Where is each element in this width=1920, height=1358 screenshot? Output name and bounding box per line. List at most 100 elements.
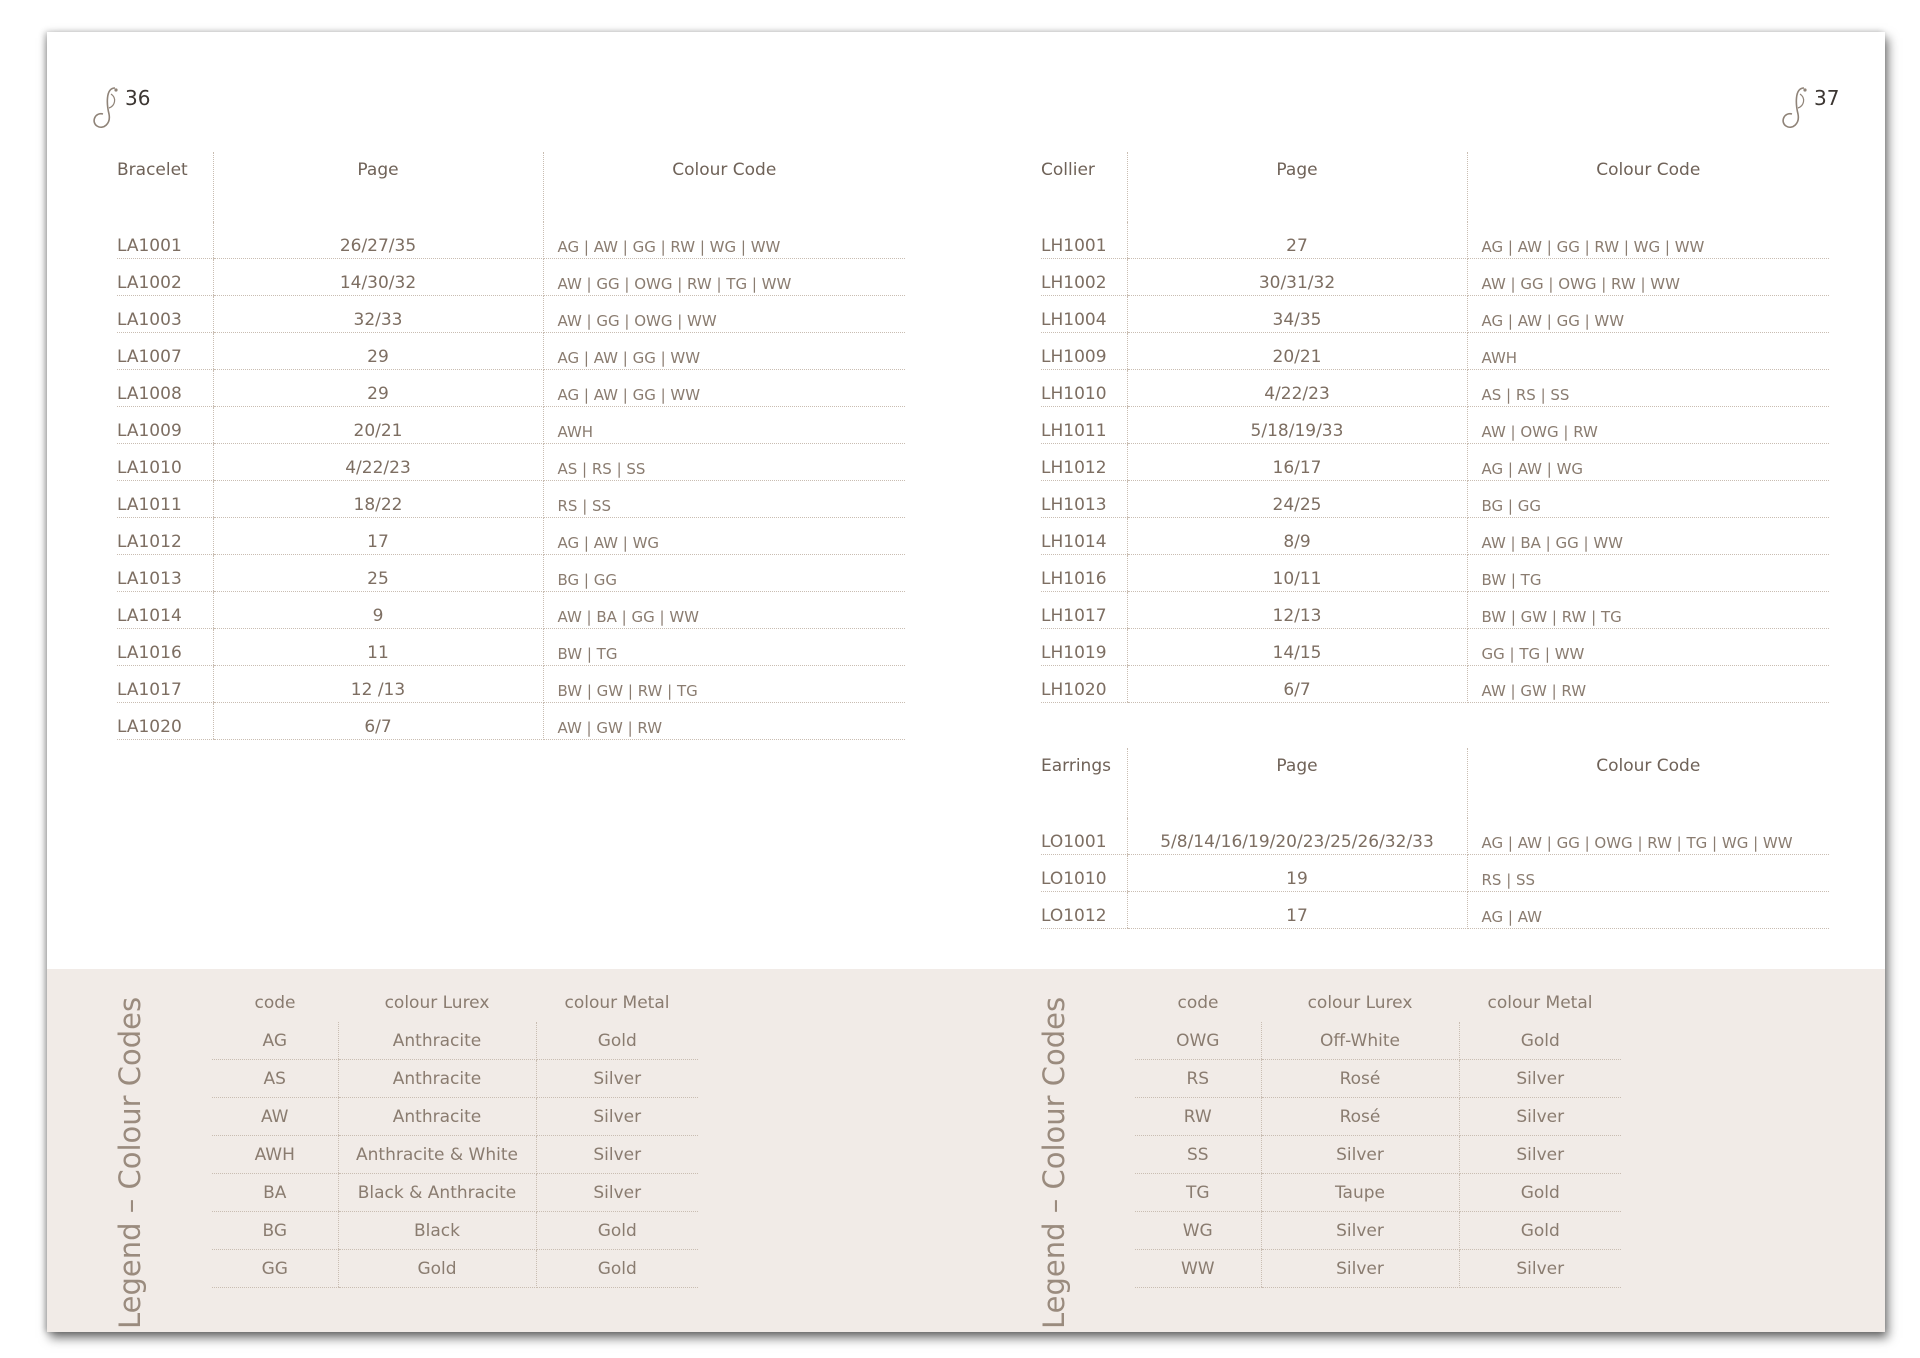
- table-cell: AW | GW | RW: [543, 702, 905, 740]
- table-cell: BG: [212, 1211, 338, 1250]
- column-header: Earrings: [1041, 756, 1111, 776]
- table-row: RW Rosé Silver: [1135, 1097, 1621, 1136]
- table-cell: AW | BA | GG | WW: [1467, 517, 1829, 555]
- table-cell: Silver: [1459, 1059, 1621, 1098]
- table-cell: LH1014: [1041, 517, 1127, 555]
- table-cell: LA1002: [117, 258, 213, 296]
- table-cell: AWH: [543, 406, 905, 444]
- table-cell: 6/7: [212, 702, 544, 740]
- table-cell: BG | GG: [543, 554, 905, 592]
- table-header-row: code colour Lurex colour Metal: [212, 984, 698, 1022]
- table-cell: AW | OWG | RW: [1467, 406, 1829, 444]
- table-cell: 26/27/35: [212, 222, 544, 259]
- table-row: BG Black Gold: [212, 1211, 698, 1250]
- table-cell: LA1001: [117, 222, 213, 259]
- table-cell: 25: [212, 554, 544, 592]
- table-cell: AS: [212, 1059, 338, 1098]
- table-cell: OWG: [1135, 1022, 1261, 1060]
- table-cell: LH1010: [1041, 369, 1127, 407]
- table-row: LH1002 30/31/32 AW | GG | OWG | RW | WW: [1041, 258, 1829, 296]
- table-cell: GG | TG | WW: [1467, 628, 1829, 666]
- table-cell: RS: [1135, 1059, 1261, 1098]
- table-row: LA1009 20/21 AWH: [117, 406, 905, 444]
- table-row: RS Rosé Silver: [1135, 1059, 1621, 1098]
- table-cell: Silver: [1260, 1135, 1460, 1174]
- table-header-row: Bracelet Page Colour Code: [117, 152, 905, 222]
- table-cell: AWH: [212, 1135, 338, 1174]
- bracelet-table: Bracelet Page Colour Code LA1001 26/27/35…: [117, 152, 905, 740]
- page-number-text: 36: [125, 86, 151, 110]
- table-cell: AW | GW | RW: [1467, 665, 1829, 703]
- table-cell: 11: [212, 628, 544, 666]
- table-cell: 34/35: [1126, 295, 1468, 333]
- table-row: LA1010 4/22/23 AS | RS | SS: [117, 443, 905, 481]
- table-cell: Black: [337, 1211, 537, 1250]
- table-row: AS Anthracite Silver: [212, 1059, 698, 1098]
- right-page-number: 37: [1780, 84, 1850, 134]
- table-row: LH1009 20/21 AWH: [1041, 332, 1829, 370]
- table-cell: 29: [212, 332, 544, 370]
- table-row: LA1013 25 BG | GG: [117, 554, 905, 592]
- table-cell: LA1010: [117, 443, 213, 481]
- left-page-number: 36: [91, 84, 161, 134]
- table-row: GG Gold Gold: [212, 1249, 698, 1288]
- table-cell: 20/21: [1126, 332, 1468, 370]
- table-cell: LA1012: [117, 517, 213, 555]
- table-cell: 6/7: [1126, 665, 1468, 703]
- table-cell: LA1007: [117, 332, 213, 370]
- table-header-row: Collier Page Colour Code: [1041, 152, 1829, 222]
- table-cell: BG | GG: [1467, 480, 1829, 518]
- table-cell: Anthracite & White: [337, 1135, 537, 1174]
- table-cell: AG | AW | GG | RW | WG | WW: [543, 222, 905, 259]
- table-cell: Gold: [337, 1249, 537, 1288]
- table-cell: 4/22/23: [1126, 369, 1468, 407]
- table-cell: Silver: [536, 1135, 698, 1174]
- table-cell: 12/13: [1126, 591, 1468, 629]
- column-header: code: [254, 993, 296, 1013]
- table-cell: 5/8/14/16/19/20/23/25/26/32/33: [1126, 818, 1468, 855]
- table-cell: AG | AW | GG | RW | WG | WW: [1467, 222, 1829, 259]
- table-cell: Silver: [536, 1173, 698, 1212]
- table-row: LA1016 11 BW | TG: [117, 628, 905, 666]
- table-cell: LA1013: [117, 554, 213, 592]
- table-cell: 17: [1126, 891, 1468, 929]
- table-cell: LH1009: [1041, 332, 1127, 370]
- table-row: LH1001 27 AG | AW | GG | RW | WG | WW: [1041, 222, 1829, 259]
- table-cell: BA: [212, 1173, 338, 1212]
- table-cell: AG | AW | WG: [543, 517, 905, 555]
- table-row: AW Anthracite Silver: [212, 1097, 698, 1136]
- table-row: LO1010 19 RS | SS: [1041, 854, 1829, 892]
- table-cell: AW: [212, 1097, 338, 1136]
- table-cell: Silver: [1260, 1249, 1460, 1288]
- earrings-table: Earrings Page Colour Code LO1001 5/8/14/1…: [1041, 748, 1829, 929]
- table-cell: 9: [212, 591, 544, 629]
- table-cell: 27: [1126, 222, 1468, 259]
- table-cell: WW: [1135, 1249, 1261, 1288]
- table-row: LH1010 4/22/23 AS | RS | SS: [1041, 369, 1829, 407]
- flourish-icon: [1782, 87, 1807, 129]
- legend-title: Legend – Colour Codes: [1037, 996, 1071, 1329]
- table-row: WW Silver Silver: [1135, 1249, 1621, 1288]
- table-cell: LA1009: [117, 406, 213, 444]
- table-row: LH1004 34/35 AG | AW | GG | WW: [1041, 295, 1829, 333]
- table-cell: BW | GW | RW | TG: [543, 665, 905, 703]
- table-cell: 8/9: [1126, 517, 1468, 555]
- table-row: BA Black & Anthracite Silver: [212, 1173, 698, 1212]
- table-cell: Rosé: [1260, 1097, 1460, 1136]
- table-row: LH1012 16/17 AG | AW | WG: [1041, 443, 1829, 481]
- table-row: LA1007 29 AG | AW | GG | WW: [117, 332, 905, 370]
- table-row: LA1014 9 AW | BA | GG | WW: [117, 591, 905, 629]
- table-row: LA1017 12 /13 BW | GW | RW | TG: [117, 665, 905, 703]
- table-header-row: code colour Lurex colour Metal: [1135, 984, 1621, 1022]
- table-cell: 16/17: [1126, 443, 1468, 481]
- column-header: colour Lurex: [1307, 993, 1413, 1013]
- table-cell: LH1017: [1041, 591, 1127, 629]
- table-row: LH1011 5/18/19/33 AW | OWG | RW: [1041, 406, 1829, 444]
- collier-table: Collier Page Colour Code LH1001 27 AG | AW…: [1041, 152, 1829, 703]
- table-row: TG Taupe Gold: [1135, 1173, 1621, 1212]
- table-cell: LH1001: [1041, 222, 1127, 259]
- legend-table-left: code colour Lurex colour Metal AG Anthrac…: [212, 984, 698, 1288]
- table-row: AWH Anthracite & White Silver: [212, 1135, 698, 1174]
- table-row: LO1001 5/8/14/16/19/20/23/25/26/32/33 AG |…: [1041, 818, 1829, 855]
- table-cell: LA1014: [117, 591, 213, 629]
